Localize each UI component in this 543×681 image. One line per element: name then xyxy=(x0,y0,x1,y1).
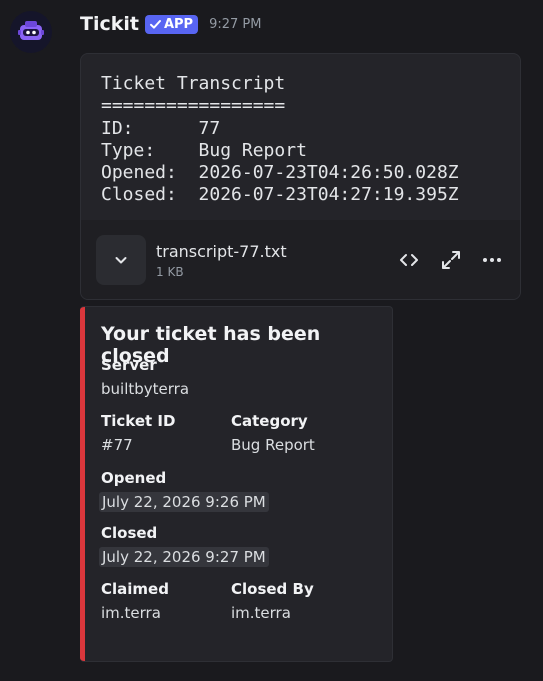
field-closed: Closed July 22, 2026 9:27 PM xyxy=(99,523,392,567)
field-value: im.terra xyxy=(101,604,161,622)
timestamp-chip[interactable]: July 22, 2026 9:27 PM xyxy=(99,547,269,567)
message-timestamp[interactable]: 9:27 PM xyxy=(209,17,261,32)
file-name[interactable]: transcript-77.txt xyxy=(156,242,287,261)
avatar[interactable] xyxy=(10,11,52,53)
field-name: Claimed xyxy=(101,580,169,598)
field-name: Ticket ID xyxy=(101,412,176,430)
field-claimed: Claimed im.terra xyxy=(101,579,231,623)
field-value: #77 xyxy=(101,436,133,454)
field-opened: Opened July 22, 2026 9:26 PM xyxy=(99,468,392,512)
app-badge: APP xyxy=(144,14,199,34)
field-name: Opened xyxy=(101,469,167,487)
author-name[interactable]: Tickit xyxy=(80,13,139,35)
file-attachment: Ticket Transcript ================= ID: 77… xyxy=(80,53,521,300)
field-closed-by: Closed By im.terra xyxy=(231,579,361,623)
field-ticket-id: Ticket ID #77 xyxy=(101,411,231,455)
field-server: Server builtbyterra xyxy=(101,355,392,399)
field-name: Server xyxy=(101,356,157,374)
preview-line: Closed: 2026-07-23T04:27:19.395Z xyxy=(101,184,459,206)
ticket-closed-embed: Your ticket has been closed Server built… xyxy=(80,306,393,662)
robot-mascot-icon xyxy=(18,21,44,40)
timestamp-chip[interactable]: July 22, 2026 9:26 PM xyxy=(99,492,269,512)
field-row: Ticket ID #77 Category Bug Report xyxy=(101,411,392,455)
field-row: Claimed im.terra Closed By im.terra xyxy=(101,579,392,623)
field-name: Category xyxy=(231,412,308,430)
field-value: im.terra xyxy=(231,604,291,622)
code-icon xyxy=(400,254,418,266)
chevron-down-icon xyxy=(115,257,127,264)
field-value: Bug Report xyxy=(231,436,315,454)
field-name: Closed xyxy=(101,524,158,542)
checkmark-icon xyxy=(149,20,161,29)
preview-line: Type: Bug Report xyxy=(101,139,307,161)
file-bar: transcript-77.txt 1 KB xyxy=(81,220,520,299)
file-size: 1 KB xyxy=(156,264,184,279)
preview-line: Ticket Transcript xyxy=(101,73,286,94)
embed-accent-bar xyxy=(80,307,85,661)
preview-line: ID: 77 xyxy=(101,117,221,139)
view-source-button[interactable] xyxy=(398,251,420,269)
expand-preview-button[interactable] xyxy=(96,235,146,285)
field-category: Category Bug Report xyxy=(231,411,361,455)
expand-icon xyxy=(442,251,460,269)
message-header: Tickit APP 9:27 PM xyxy=(80,10,261,38)
app-badge-label: APP xyxy=(163,17,194,32)
open-full-button[interactable] xyxy=(441,250,461,270)
preview-line: ================= xyxy=(101,95,286,117)
file-preview[interactable]: Ticket Transcript ================= ID: 77… xyxy=(81,54,520,220)
more-icon xyxy=(483,258,501,262)
field-name: Closed By xyxy=(231,580,314,598)
preview-line: Opened: 2026-07-23T04:26:50.028Z xyxy=(101,162,459,184)
more-options-button[interactable] xyxy=(482,257,502,263)
embed-title: Your ticket has been closed xyxy=(101,323,321,367)
field-value: builtbyterra xyxy=(101,380,190,398)
